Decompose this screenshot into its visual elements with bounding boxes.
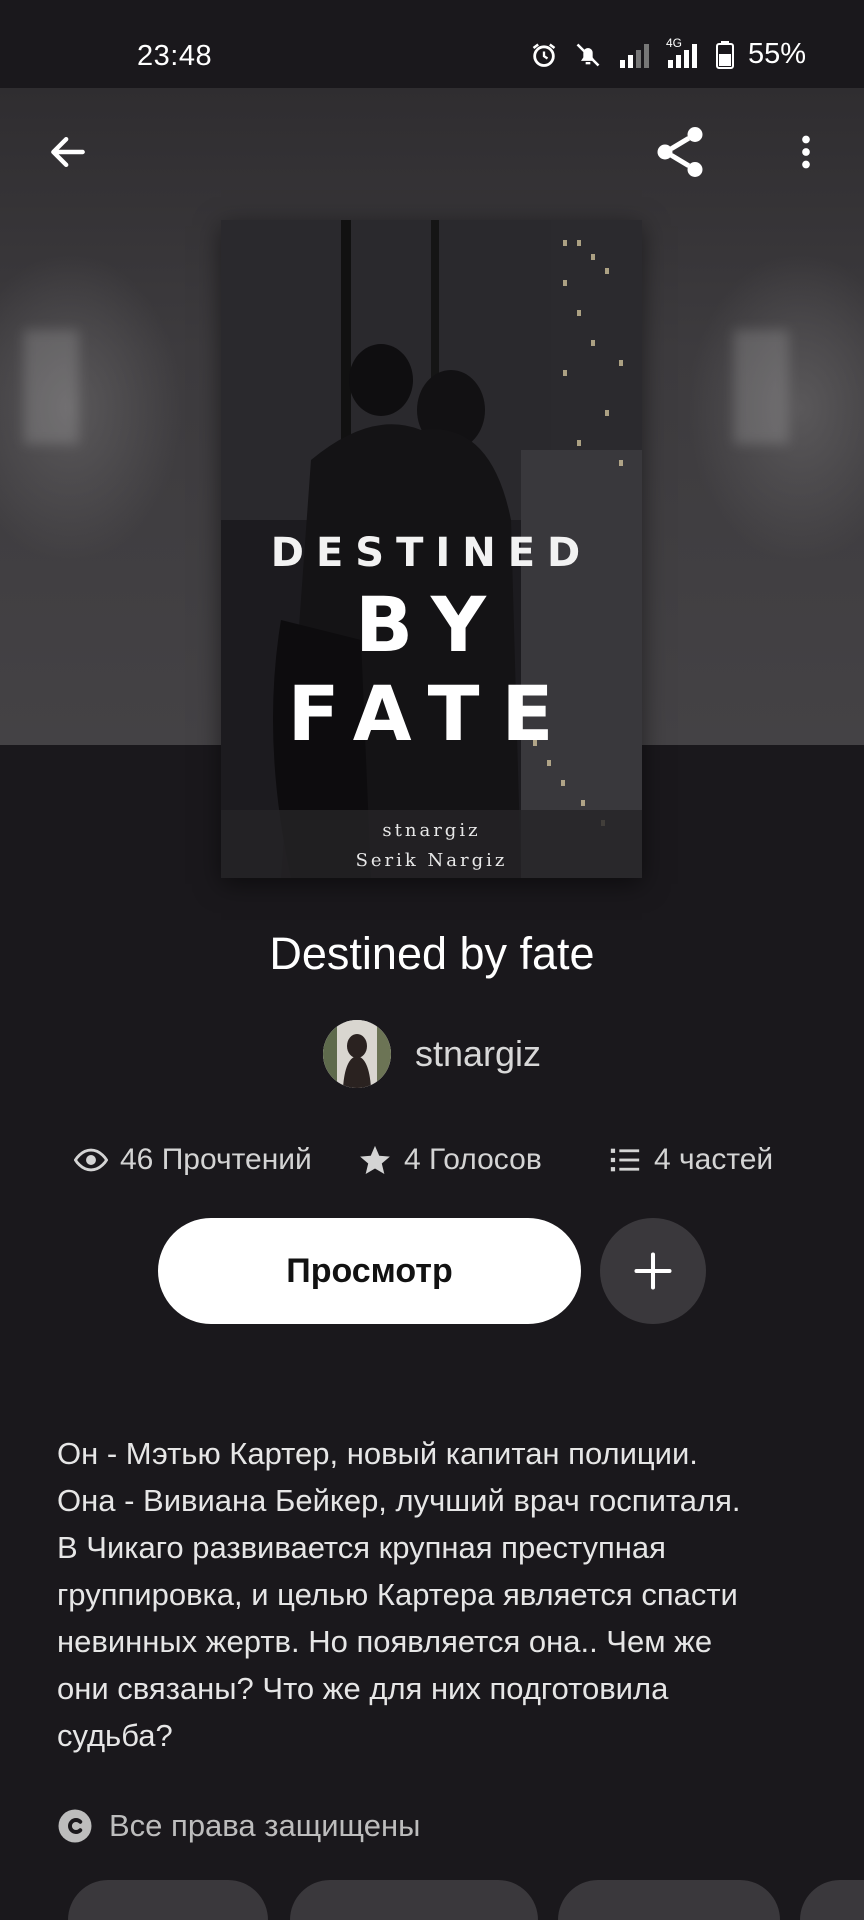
tag-chip[interactable] <box>290 1880 538 1920</box>
share-button[interactable] <box>648 120 712 184</box>
signal-icon <box>619 43 649 68</box>
votes-count: 4 Голосов <box>404 1143 542 1176</box>
avatar[interactable] <box>322 1020 391 1088</box>
copyright-text: Все права защищены <box>109 1808 421 1843</box>
signal-4g-icon: 4G <box>666 36 702 68</box>
status-icons: 4G 55% <box>530 36 806 71</box>
cover-author-line-2: Serik Nargiz <box>355 850 508 871</box>
alarm-icon <box>532 42 556 67</box>
battery-level: 55% <box>747 38 806 70</box>
cover-title-line-2: BY FATE <box>287 580 576 758</box>
tag-chip[interactable] <box>800 1880 864 1920</box>
reads-count: 46 Прочтений <box>120 1143 312 1176</box>
arrow-left-icon <box>51 136 85 168</box>
book-cover[interactable]: DESTINED BY FATE stnargiz Serik Nargiz <box>221 220 642 878</box>
author-name[interactable]: stnargiz <box>415 1033 541 1075</box>
author-row[interactable]: stnargiz <box>0 1020 864 1088</box>
tag-list <box>0 1880 864 1920</box>
reads-stat: 46 Прочтений <box>74 1138 312 1182</box>
read-button[interactable]: Просмотр <box>158 1218 581 1324</box>
votes-stat: 4 Голосов <box>358 1138 542 1182</box>
copyright-row: Все права защищены <box>57 1808 420 1844</box>
list-icon <box>610 1148 640 1172</box>
star-icon <box>360 1145 390 1175</box>
cover-title-line-1: DESTINED <box>270 530 593 576</box>
battery-icon <box>715 40 734 69</box>
parts-count: 4 частей <box>654 1143 774 1176</box>
back-button[interactable] <box>36 120 100 184</box>
network-label: 4G <box>665 35 682 50</box>
more-button[interactable] <box>774 120 838 184</box>
status-time: 23:48 <box>137 40 213 72</box>
story-title: Destined by fate <box>269 928 595 979</box>
hero-blur-shape-right: ▮ <box>720 288 803 462</box>
mute-icon <box>576 43 600 66</box>
story-stats: 46 Прочтений 4 Голосов 4 частей <box>0 1138 864 1182</box>
parts-stat: 4 частей <box>608 1138 773 1182</box>
plus-icon <box>634 1252 672 1290</box>
tag-chip[interactable] <box>68 1880 268 1920</box>
hero-blur-shape-left: ▮ <box>10 288 93 462</box>
more-vertical-icon <box>802 135 810 169</box>
eye-icon <box>74 1148 108 1172</box>
copyright-icon <box>58 1809 92 1843</box>
story-description: Он - Мэтью Картер, новый капитан полиции… <box>57 1436 741 1753</box>
share-icon <box>657 127 703 177</box>
add-to-library-button[interactable] <box>600 1218 706 1324</box>
tag-chip[interactable] <box>558 1880 780 1920</box>
status-bar: 23:48 4G 55% <box>0 0 864 88</box>
cover-author-line-1: stnargiz <box>382 820 481 841</box>
